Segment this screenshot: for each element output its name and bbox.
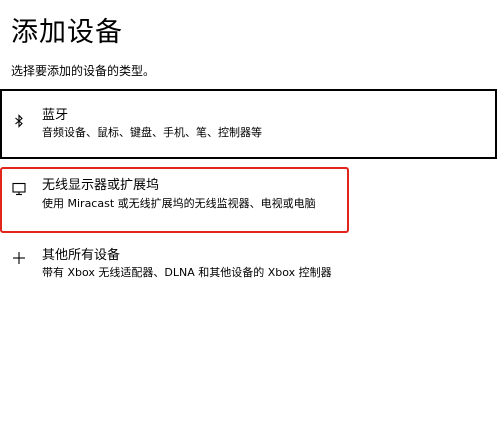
bluetooth-option-description: 音频设备、鼠标、键盘、手机、笔、控制器等 [42,126,262,139]
page-title: 添加设备 [11,17,123,48]
bluetooth-option-button[interactable]: 蓝牙 音频设备、鼠标、键盘、手机、笔、控制器等 [0,89,497,159]
plus-icon [12,250,26,264]
other-devices-option-label: 其他所有设备 [42,248,121,263]
bluetooth-icon [12,113,26,128]
wireless-display-option-label: 无线显示器或扩展坞 [42,178,160,193]
bluetooth-option-label: 蓝牙 [42,108,69,123]
monitor-icon [12,181,26,196]
wireless-display-option-description: 使用 Miracast 或无线扩展坞的无线监视器、电视或电脑 [42,197,316,210]
other-devices-option-description: 带有 Xbox 无线适配器、DLNA 和其他设备的 Xbox 控制器 [42,266,332,279]
page-subtitle: 选择要添加的设备的类型。 [11,64,156,78]
other-devices-option-button[interactable]: 其他所有设备 带有 Xbox 无线适配器、DLNA 和其他设备的 Xbox 控制… [0,240,497,290]
wireless-display-option-button[interactable]: 无线显示器或扩展坞 使用 Miracast 或无线扩展坞的无线监视器、电视或电脑 [0,167,349,233]
